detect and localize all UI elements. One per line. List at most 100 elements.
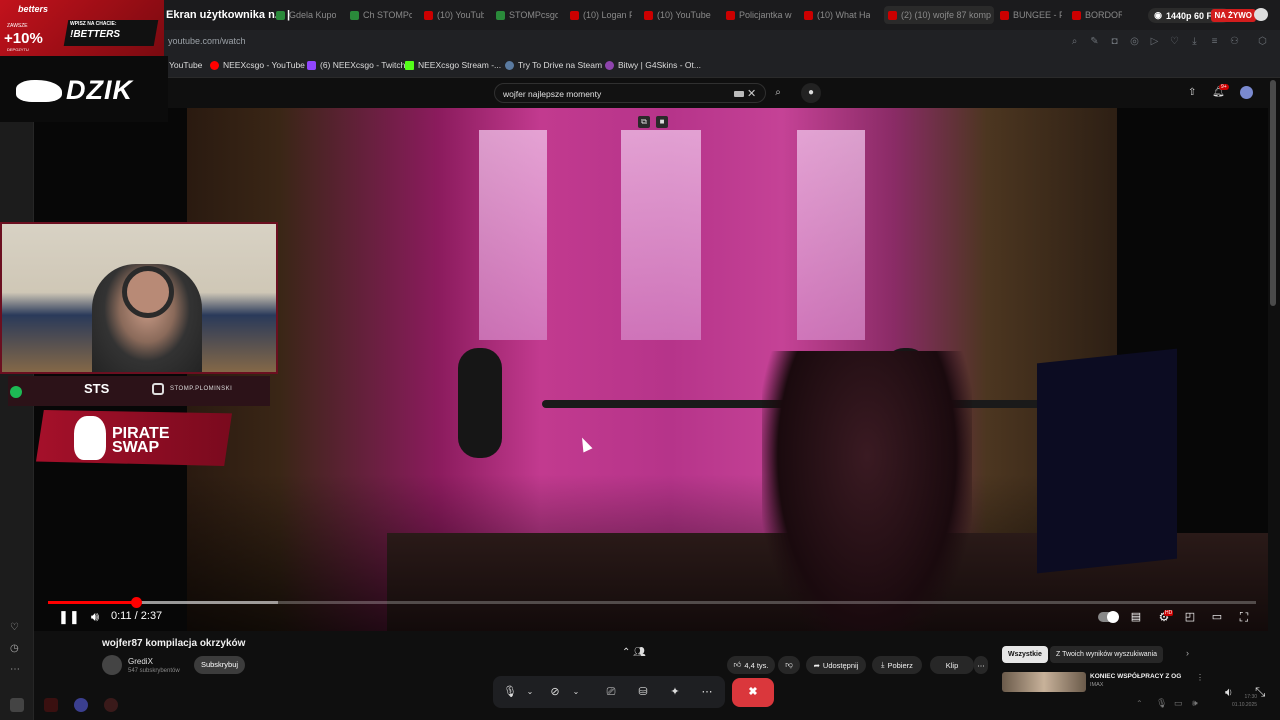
like-button[interactable]: 👍︎ 4,4 tys. [727,656,775,674]
tab[interactable]: BORDORO [1072,6,1122,24]
url-text[interactable]: youtube.com/watch [168,36,246,46]
tab-favicon-icon [496,10,505,20]
tray-mic-icon[interactable]: 🎙︎ [1156,698,1167,709]
bookmark-youtube[interactable]: YouTube [169,60,202,70]
tab-label: (10) YouTube [437,10,484,20]
taskbar-app-icon[interactable] [104,698,118,712]
tab[interactable]: Gdela Kupone [276,6,336,24]
leave-call-button[interactable]: ✖ [732,678,774,707]
tab[interactable]: (10) Logan Fo [570,6,632,24]
taskbar-app-icon[interactable] [10,698,24,712]
tab[interactable]: (10) YouTube [644,6,714,24]
channel-avatar[interactable] [102,655,122,675]
clear-search-icon[interactable]: ✕ [747,87,756,100]
tab[interactable]: BUNGEE - FIM [1000,6,1062,24]
cube-icon[interactable]: ⬡ [1257,36,1268,47]
clock-icon[interactable]: ◷ [10,643,19,654]
edit-icon[interactable]: ✎ [1089,36,1100,47]
subtitles-button[interactable]: ▤ [1128,609,1144,625]
theater-mode-button[interactable]: ▭ [1209,609,1225,625]
more-icon[interactable]: ⋯ [10,664,20,675]
search-icon[interactable]: ⌕ [1069,36,1080,47]
chevron-down-icon[interactable]: ⌄ [568,684,584,700]
tray-chevron-icon[interactable]: ⌃ [1136,699,1143,708]
share-label: Udostępnij [822,660,859,670]
tab-favicon-icon [726,10,735,20]
more-actions-button[interactable]: ⋯ [974,656,988,674]
tray-clock: 17:30 01.10.2025 [1232,693,1257,709]
pirate-logo-icon [74,416,106,460]
chat-bubble-icon[interactable] [1254,8,1268,21]
tray-speaker-icon[interactable]: 🕪︎ [1192,698,1198,709]
voice-search-button[interactable]: ● [801,83,821,103]
download-label: Pobierz [887,660,913,670]
tray-monitor-icon[interactable]: ▭ [1174,698,1183,709]
call-expand-icon[interactable]: ⌃ 👥︎ [622,647,646,658]
bookmark[interactable]: (6) NEEXcsgo - Twitch [307,60,405,70]
address-bar: youtube.com/watch ⌕ ✎ ◘ ◎ ▷ ♡ ⤓ ≡ ⚇ ⬡ [0,30,1280,54]
extension-icon[interactable]: ◎ [1129,36,1140,47]
bookmark[interactable]: NEEXcsgo Stream -... [405,60,501,70]
menu-icon[interactable]: ≡ [1209,36,1220,47]
camera-off-icon[interactable]: ⊘ [547,684,563,700]
keyboard-icon[interactable] [734,91,744,97]
activities-icon[interactable]: ⛁ [635,684,651,700]
current-time: 0:11 [111,610,132,622]
clip-button[interactable]: Klip [930,656,974,674]
bookmark[interactable]: Bitwy | G4Skins - Ot... [605,60,701,70]
chevron-down-icon[interactable]: ⌄ [522,684,538,700]
g4skins-icon [605,60,614,70]
recommendation-menu-icon[interactable]: ⋮ [1196,673,1204,682]
play-icon[interactable]: ▷ [1149,36,1160,47]
download-button[interactable]: ⤓ Pobierz [872,656,922,674]
search-input[interactable]: wojfer najlepsze momenty [494,83,766,103]
channel-name[interactable]: GrediX [128,657,153,666]
tab[interactable]: Ch STOMPcsg [350,6,412,24]
fullscreen-button[interactable]: ⛶ [1236,609,1252,625]
dislike-button[interactable]: 👎︎ [778,656,800,674]
tab-active[interactable]: Ekran użytkownika n... | [166,6,290,24]
clock-date: 01.10.2025 [1232,702,1258,708]
tab[interactable]: (10) What Ha [804,6,870,24]
microphone-icon[interactable]: 🎙︎ [502,684,518,700]
chevron-right-icon[interactable]: › [1186,648,1189,658]
volume-button[interactable]: 🔊︎ [86,609,104,625]
avatar[interactable] [1240,86,1253,99]
page-scrollbar[interactable] [1270,80,1276,306]
autoplay-toggle[interactable] [1098,611,1119,623]
heart-icon[interactable]: ♡ [1169,36,1180,47]
tab-favicon-icon [424,10,433,20]
twitch-icon [307,60,316,70]
progress-bar[interactable] [48,597,1256,608]
soundboard-icon[interactable]: ✦ [667,684,683,700]
camera-icon[interactable]: ■ [656,116,668,128]
video-scene-laptop [1037,348,1177,574]
recommendation-thumbnail[interactable] [1002,672,1086,692]
bookmark[interactable]: NEEXcsgo - YouTube [210,60,305,70]
live-badge: NA ŻYWO [1210,9,1256,22]
tab[interactable]: (10) YouTube [424,6,484,24]
more-options-icon[interactable]: ⋯ [699,684,715,700]
screen-share-icon[interactable]: ⎚ [603,684,619,700]
heart-icon[interactable]: ♡ [10,622,19,633]
download-icon[interactable]: ⤓ [1189,36,1200,47]
miniplayer-button[interactable]: ◰ [1182,609,1198,625]
tab[interactable]: STOMPcsgo S [496,6,558,24]
pause-button[interactable]: ❚❚ [58,609,80,625]
duration: 2:37 [140,610,163,622]
recommendation-title[interactable]: KONIEC WSPÓŁPRACY Z OG [1090,673,1181,680]
chip-all[interactable]: Wszystkie [1002,646,1048,663]
taskbar-app-icon[interactable] [44,698,58,712]
miniplayer-icon[interactable]: ⧉ [638,116,650,128]
discord-icon[interactable] [74,698,88,712]
camera-icon[interactable]: ◘ [1109,36,1120,47]
upload-icon[interactable]: ⇧ [1188,87,1196,98]
tab[interactable]: (2) (10) wojfe 87 komp [884,6,994,24]
bookmark[interactable]: Try To Drive na Steam [505,60,602,70]
chip-search-results[interactable]: Z Twoich wyników wyszukiwania [1050,646,1164,663]
share-button[interactable]: ➦ Udostępnij [806,656,866,674]
subscribe-button[interactable]: Subskrybuj [194,656,245,674]
search-button[interactable]: ⌕ [768,83,788,103]
profile-icon[interactable]: ⚇ [1229,36,1240,47]
tab[interactable]: Policjantka w [726,6,792,24]
